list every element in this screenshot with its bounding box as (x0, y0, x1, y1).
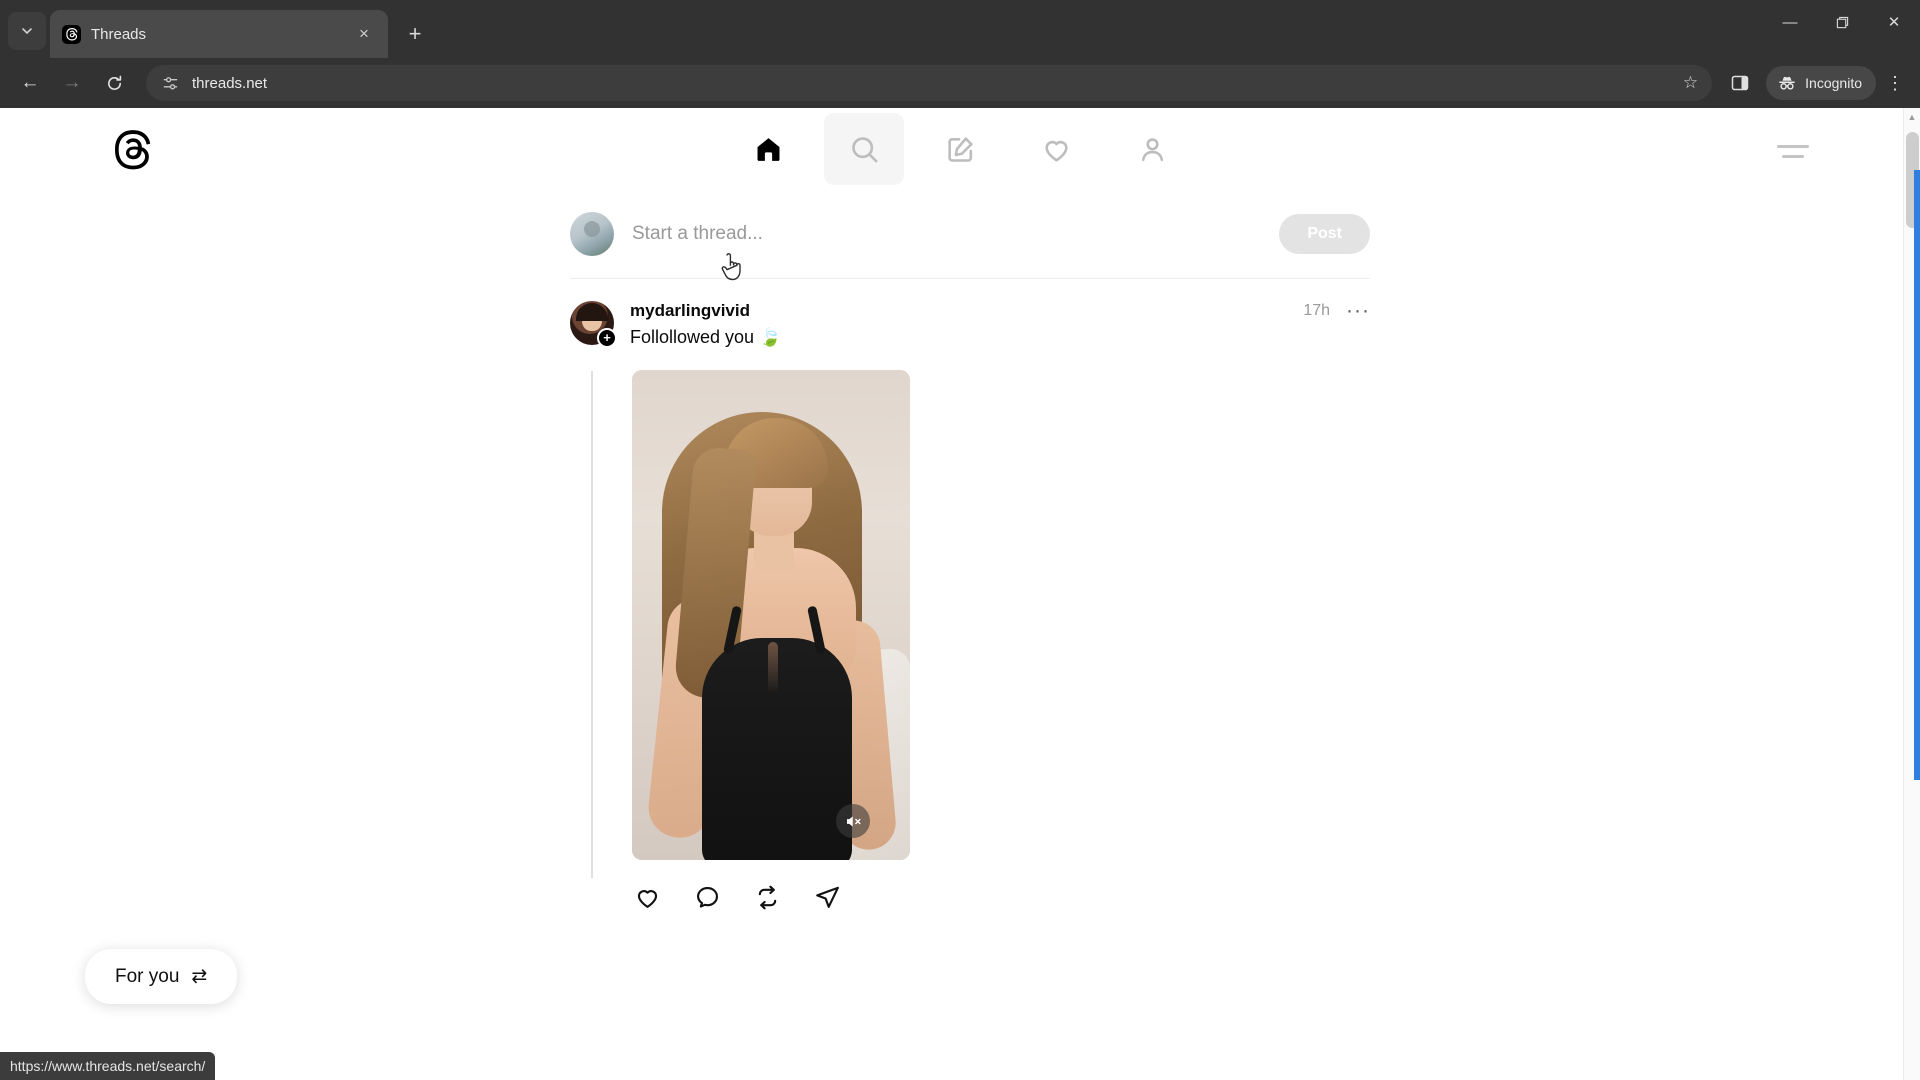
url-text: threads.net (192, 74, 268, 92)
post-media[interactable] (632, 370, 910, 860)
thread-composer[interactable]: Start a thread... Post (570, 200, 1370, 279)
post-body: mydarlingvivid 17h ··· Follollowed you 🍃 (630, 300, 1370, 348)
bookmark-icon[interactable]: ☆ (1683, 73, 1698, 93)
browser-toolbar: ← → threads.net ☆ Incognito ⋮ (0, 58, 1920, 108)
post-header: + mydarlingvivid 17h ··· Follollowed you… (570, 300, 1370, 348)
reload-icon (107, 75, 121, 90)
scroll-accent-bar (1914, 170, 1920, 780)
incognito-label: Incognito (1805, 75, 1862, 91)
thread-connector-line (591, 371, 593, 878)
post-meta: 17h ··· (1303, 300, 1370, 321)
swap-icon: ⇄ (191, 966, 208, 987)
post-username[interactable]: mydarlingvivid (630, 301, 750, 321)
threads-logo-icon (115, 130, 151, 170)
post-more-options-button[interactable]: ··· (1346, 300, 1370, 321)
threads-logo-icon (65, 27, 77, 41)
current-user-avatar[interactable] (570, 212, 614, 256)
tab-strip: Threads × + — ✕ (0, 0, 1920, 58)
address-bar[interactable]: threads.net ☆ (146, 65, 1713, 101)
post-text: Follollowed you 🍃 (630, 327, 782, 347)
nav-tab-home[interactable] (728, 113, 808, 185)
maximize-button[interactable] (1816, 4, 1868, 40)
hamburger-line (1777, 144, 1809, 148)
share-button[interactable] (812, 882, 842, 912)
tune-icon (163, 76, 177, 89)
thread-post: + mydarlingvivid 17h ··· Follollowed you… (570, 279, 1370, 912)
back-button[interactable]: ← (10, 63, 50, 103)
compose-icon (947, 136, 973, 162)
new-tab-button[interactable]: + (398, 17, 432, 51)
side-panel-icon (1731, 75, 1749, 91)
share-icon (815, 886, 839, 908)
threads-favicon (62, 24, 81, 44)
status-bar-url: https://www.threads.net/search/ (0, 1052, 216, 1080)
restore-icon (1836, 16, 1848, 28)
hamburger-line (1782, 154, 1804, 158)
close-tab-icon[interactable]: × (352, 22, 376, 46)
heart-icon (1044, 140, 1068, 162)
site-settings-icon[interactable] (160, 73, 180, 93)
post-video[interactable] (632, 370, 910, 860)
post-timestamp: 17h (1303, 302, 1331, 319)
tab-search-button[interactable] (8, 12, 46, 50)
heart-icon (637, 889, 657, 908)
like-button[interactable] (632, 882, 662, 912)
post-author-row: mydarlingvivid 17h ··· (630, 300, 1370, 321)
browser-menu-button[interactable]: ⋮ (1880, 65, 1910, 101)
tab-title: Threads (91, 25, 147, 43)
forward-button[interactable]: → (52, 63, 92, 103)
composer-input[interactable]: Start a thread... (632, 223, 1261, 245)
person-icon (1141, 137, 1163, 161)
incognito-icon (1779, 76, 1795, 90)
minimize-button[interactable]: — (1764, 4, 1816, 40)
feed-selector-button[interactable]: For you ⇄ (85, 949, 238, 1004)
close-window-button[interactable]: ✕ (1868, 4, 1920, 40)
mute-icon (846, 815, 861, 827)
comment-icon (696, 886, 718, 908)
mute-toggle-button[interactable] (836, 804, 870, 838)
mouse-cursor (721, 253, 741, 281)
nav-tab-compose[interactable] (920, 113, 1000, 185)
nav-tab-search[interactable] (824, 113, 904, 185)
author-avatar[interactable]: + (570, 301, 617, 348)
browser-window: Threads × + — ✕ ← → threads.net ☆ Incogn… (0, 0, 1920, 1080)
browser-tab[interactable]: Threads × (50, 10, 388, 58)
threads-logo[interactable] (110, 126, 156, 172)
nav-tab-activity[interactable] (1016, 113, 1096, 185)
window-controls: — ✕ (1764, 0, 1920, 58)
chevron-down-icon (22, 28, 32, 34)
threads-header (0, 108, 1920, 190)
home-icon (757, 137, 779, 161)
page-viewport: Start a thread... Post + mydarlingvivid … (0, 108, 1920, 1080)
search-icon (851, 136, 877, 162)
feed-selector-label: For you (115, 965, 180, 987)
reload-button[interactable] (94, 63, 134, 103)
repost-icon (758, 885, 776, 909)
scroll-up-arrow[interactable]: ▲ (1904, 108, 1920, 125)
media-shading (768, 642, 778, 694)
more-menu-button[interactable] (1771, 138, 1815, 164)
post-action-bar (632, 882, 1370, 912)
follow-badge[interactable]: + (597, 328, 617, 348)
repost-button[interactable] (752, 882, 782, 912)
side-panel-button[interactable] (1722, 65, 1758, 101)
nav-tab-profile[interactable] (1112, 113, 1192, 185)
feed-column: Start a thread... Post + mydarlingvivid … (570, 190, 1370, 912)
post-button[interactable]: Post (1279, 214, 1370, 254)
incognito-indicator[interactable]: Incognito (1766, 66, 1876, 100)
reply-button[interactable] (692, 882, 722, 912)
threads-nav-tabs (728, 113, 1192, 185)
